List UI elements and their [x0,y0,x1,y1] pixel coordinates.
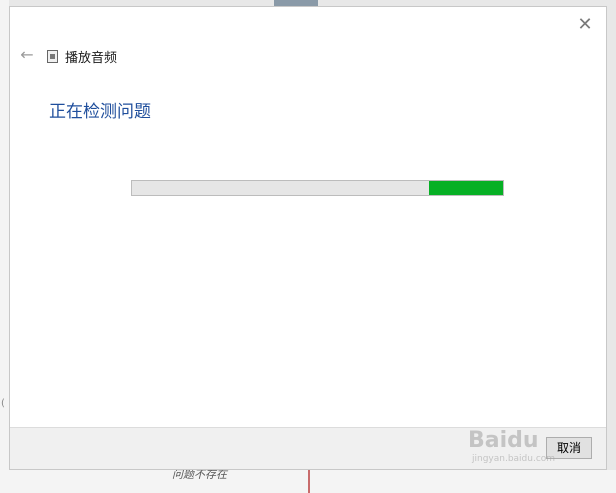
background-window-edge [0,0,9,493]
troubleshooter-icon [47,49,58,63]
background-fragment-glyph: ( [1,398,5,409]
watermark-logo: Baidu [468,428,539,453]
window-title: 播放音频 [65,50,118,66]
close-icon[interactable]: ✕ [572,13,598,37]
window-title-row: 播放音频 [47,47,118,66]
troubleshooter-dialog: ✕ ← 播放音频 正在检测问题 取消 [9,6,607,470]
watermark-url: jingyan.baidu.com [472,454,556,464]
back-arrow-icon[interactable]: ← [16,45,38,65]
progress-bar [131,180,504,196]
page-heading: 正在检测问题 [49,102,151,122]
background-divider [308,470,310,493]
progress-bar-segment [428,181,503,195]
